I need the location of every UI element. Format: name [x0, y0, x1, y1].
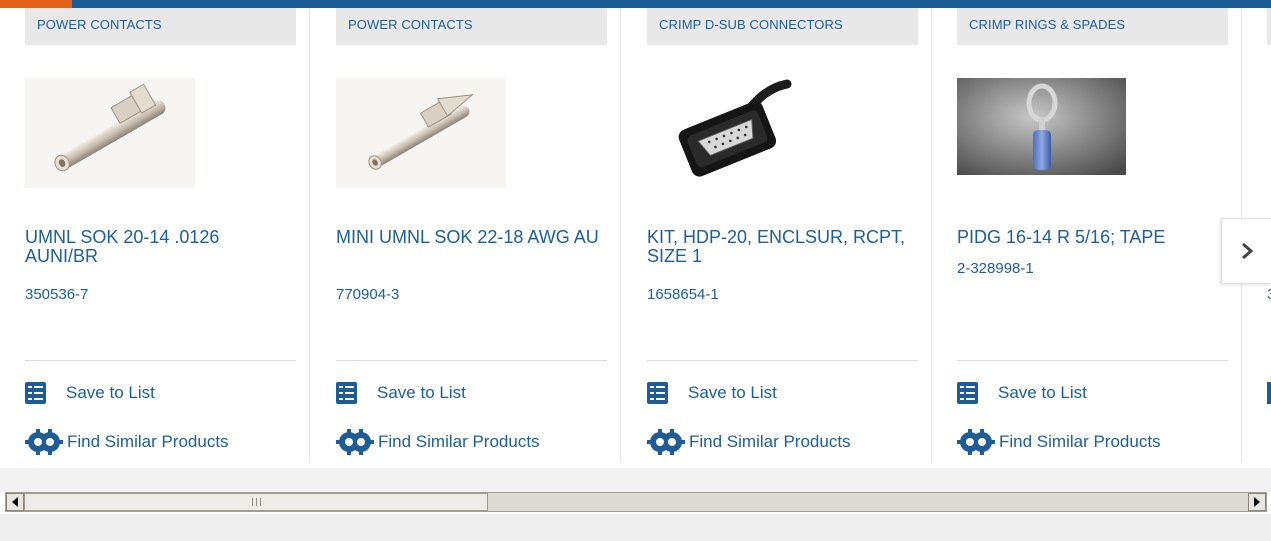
- save-to-list-button[interactable]: Save to List: [25, 382, 155, 404]
- part-number[interactable]: 350536-7: [25, 286, 88, 303]
- product-image[interactable]: [25, 78, 195, 188]
- product-title[interactable]: KIT, HDP-20, ENCLSUR, RCPT, SIZE 1: [647, 228, 917, 266]
- gears-icon: [647, 429, 685, 455]
- checklist-icon[interactable]: [1267, 382, 1271, 404]
- scroll-left-button[interactable]: [6, 493, 24, 511]
- gears-icon: [957, 429, 995, 455]
- card-separator: [620, 8, 621, 463]
- chevron-right-icon: [1241, 242, 1253, 260]
- product-image[interactable]: [336, 78, 506, 188]
- top-accent-bar: [0, 0, 1271, 8]
- gears-icon: [336, 429, 374, 455]
- part-number[interactable]: 2-328998-1: [957, 260, 1034, 277]
- checklist-icon: [336, 382, 357, 404]
- part-number[interactable]: 770904-3: [336, 286, 399, 303]
- carousel-next-button[interactable]: [1221, 218, 1271, 284]
- card-separator: [309, 8, 310, 463]
- save-to-list-button[interactable]: Save to List: [647, 382, 777, 404]
- card-divider: [957, 360, 1228, 361]
- save-to-list-label: Save to List: [998, 383, 1087, 402]
- product-image[interactable]: [957, 78, 1126, 175]
- part-number-partial[interactable]: 3: [1267, 286, 1271, 303]
- save-to-list-button[interactable]: Save to List: [336, 382, 466, 404]
- carousel-bottom-space: [0, 468, 1271, 492]
- card-divider: [647, 360, 918, 361]
- find-similar-label: Find Similar Products: [999, 432, 1161, 451]
- category-tag[interactable]: POWER CONTACTS: [25, 8, 296, 45]
- category-tag[interactable]: POWER CONTACTS: [336, 8, 607, 45]
- horizontal-scrollbar[interactable]: [5, 492, 1267, 512]
- category-tag[interactable]: CRIMP D-SUB CONNECTORS: [647, 8, 918, 45]
- category-tag-partial[interactable]: [1267, 8, 1271, 45]
- part-number[interactable]: 1658654-1: [647, 286, 719, 303]
- find-similar-label: Find Similar Products: [378, 432, 540, 451]
- product-title[interactable]: UMNL SOK 20-14 .0126 AUNI/BR: [25, 228, 295, 266]
- gears-icon: [25, 429, 63, 455]
- save-to-list-label: Save to List: [377, 383, 466, 402]
- checklist-icon: [957, 382, 978, 404]
- find-similar-label: Find Similar Products: [689, 432, 851, 451]
- top-accent-orange: [0, 0, 72, 8]
- product-card: POWER CONTACTS MINI UMNL SOK 22-18 AWG A…: [311, 8, 621, 468]
- product-carousel: POWER CONTACTS UMNL SOK 20-14 .0126 AUNI…: [0, 8, 1271, 468]
- save-to-list-label: Save to List: [66, 383, 155, 402]
- card-divider: [25, 360, 296, 361]
- scroll-grip-icon: [251, 498, 261, 506]
- find-similar-products-button[interactable]: Find Similar Products: [957, 428, 1161, 456]
- find-similar-products-button[interactable]: Find Similar Products: [25, 428, 229, 456]
- find-similar-label: Find Similar Products: [67, 432, 229, 451]
- product-title[interactable]: MINI UMNL SOK 22-18 AWG AU: [336, 228, 606, 247]
- checklist-icon: [25, 382, 46, 404]
- arrow-left-icon: [12, 497, 18, 507]
- arrow-right-icon: [1254, 497, 1260, 507]
- product-image[interactable]: [647, 78, 817, 188]
- product-title[interactable]: PIDG 16-14 R 5/16; TAPE: [957, 228, 1227, 247]
- product-card: CRIMP D-SUB CONNECTORS KIT, HDP-20, ENCL…: [622, 8, 932, 468]
- card-divider: [336, 360, 607, 361]
- checklist-icon: [647, 382, 668, 404]
- find-similar-products-button[interactable]: Find Similar Products: [647, 428, 851, 456]
- category-tag[interactable]: CRIMP RINGS & SPADES: [957, 8, 1228, 45]
- product-card: POWER CONTACTS UMNL SOK 20-14 .0126 AUNI…: [0, 8, 310, 468]
- product-card: CRIMP RINGS & SPADES PIDG 16-14 R 5/16; …: [932, 8, 1242, 468]
- page-footer-space: [0, 514, 1271, 541]
- scroll-right-button[interactable]: [1248, 493, 1266, 511]
- save-to-list-button[interactable]: Save to List: [957, 382, 1087, 404]
- find-similar-products-button[interactable]: Find Similar Products: [336, 428, 540, 456]
- save-to-list-label: Save to List: [688, 383, 777, 402]
- scrollbar-thumb[interactable]: [24, 493, 488, 511]
